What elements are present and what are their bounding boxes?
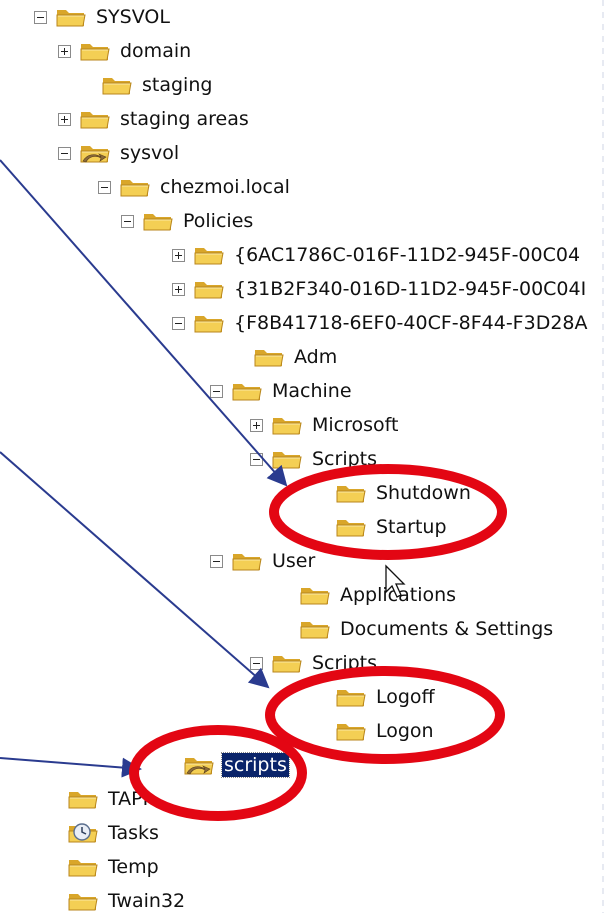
- tree-item-label: Temp: [108, 856, 159, 878]
- tree-item-label: TAPI: [108, 788, 149, 810]
- collapse-minus-icon[interactable]: [250, 656, 263, 670]
- collapse-minus-icon[interactable]: [250, 452, 263, 466]
- tree-item-label: scripts: [221, 752, 290, 778]
- tree-item[interactable]: Documents & Settings: [299, 614, 555, 644]
- folder-icon: [232, 384, 262, 401]
- tree-item-label: Applications: [340, 584, 457, 606]
- folder-icon: [272, 452, 302, 469]
- collapse-minus-icon[interactable]: [98, 180, 111, 194]
- folder-icon: [194, 282, 224, 299]
- tree-item-label: Microsoft: [312, 414, 399, 436]
- tree-item-label: Scripts: [312, 448, 378, 470]
- tree-item[interactable]: Scripts: [250, 648, 379, 678]
- collapse-minus-icon[interactable]: [210, 384, 223, 398]
- tree-item-label: sysvol: [120, 142, 180, 164]
- tree-item-label: Scripts: [312, 652, 378, 674]
- tree-item-label: Startup: [376, 516, 447, 538]
- folder-icon: [232, 554, 262, 571]
- folder-icon: [68, 894, 98, 911]
- folder-icon: [143, 214, 173, 231]
- tree-item[interactable]: staging: [101, 70, 214, 100]
- tree-item[interactable]: {6AC1786C-016F-11D2-945F-00C04: [172, 240, 582, 270]
- expand-plus-icon[interactable]: [172, 282, 185, 296]
- folder-icon: [68, 792, 98, 809]
- folder-icon: [336, 724, 366, 741]
- tree-item-label: Policies: [183, 210, 254, 232]
- folder-icon: [300, 622, 330, 639]
- tree-item[interactable]: Microsoft: [250, 410, 400, 440]
- folder-icon: [56, 10, 86, 27]
- tree-item-label: domain: [120, 40, 192, 62]
- folder-tree-window: SYSVOL domain staging staging areas sysvol ch…: [0, 0, 610, 913]
- tree-item-label: Twain32: [108, 890, 186, 912]
- tree-item[interactable]: Temp: [67, 852, 161, 882]
- tree-item[interactable]: Startup: [335, 512, 449, 542]
- collapse-minus-icon[interactable]: [34, 10, 47, 24]
- collapse-minus-icon[interactable]: [58, 146, 71, 160]
- folder-icon: [120, 180, 150, 197]
- folder-icon: [194, 316, 224, 333]
- tree-item[interactable]: User: [210, 546, 317, 576]
- tree-item-label: Adm: [294, 346, 338, 368]
- folder-icon: [254, 350, 284, 367]
- tree-pane-edge: [602, 0, 604, 913]
- tree-item[interactable]: Twain32: [67, 886, 187, 913]
- tree-item-label: Machine: [272, 380, 352, 402]
- expand-plus-icon[interactable]: [58, 112, 71, 126]
- tree-item-label: Logon: [376, 720, 434, 742]
- collapse-minus-icon[interactable]: [172, 316, 185, 330]
- tree-item-label: Tasks: [108, 822, 159, 844]
- tree-item[interactable]: Scripts: [250, 444, 379, 474]
- tree-item-label: {31B2F340-016D-11D2-945F-00C04I: [234, 278, 587, 300]
- tree-item-label: staging: [142, 74, 213, 96]
- tree-item[interactable]: Logon: [335, 716, 436, 746]
- tree-item[interactable]: scripts: [183, 750, 290, 780]
- tree-item-label: SYSVOL: [96, 6, 170, 28]
- tree-item[interactable]: sysvol: [58, 138, 181, 168]
- folder-icon: [300, 588, 330, 605]
- shared-folder-icon: [80, 146, 110, 163]
- tree-item[interactable]: Adm: [253, 342, 339, 372]
- expand-plus-icon[interactable]: [172, 248, 185, 262]
- folder-icon: [336, 486, 366, 503]
- tree-item-label: chezmoi.local: [160, 176, 290, 198]
- shared-folder-icon: [184, 758, 214, 775]
- folder-icon: [194, 248, 224, 265]
- tree-item-label: Documents & Settings: [340, 618, 554, 640]
- folder-icon: [68, 860, 98, 877]
- tree-item[interactable]: {31B2F340-016D-11D2-945F-00C04I: [172, 274, 588, 304]
- folder-icon: [80, 112, 110, 129]
- tree-item[interactable]: staging areas: [58, 104, 251, 134]
- folder-icon: [272, 656, 302, 673]
- tree-item[interactable]: SYSVOL: [34, 2, 172, 32]
- tree-item[interactable]: Policies: [121, 206, 255, 236]
- tree-item[interactable]: Applications: [299, 580, 458, 610]
- tree-item-label: staging areas: [120, 108, 249, 130]
- collapse-minus-icon[interactable]: [210, 554, 223, 568]
- tree-item[interactable]: Machine: [210, 376, 354, 406]
- tree-item[interactable]: domain: [58, 36, 193, 66]
- tree-item-label: User: [272, 550, 316, 572]
- tree-item-label: {6AC1786C-016F-11D2-945F-00C04: [234, 244, 581, 266]
- tree-item-label: Logoff: [376, 686, 435, 708]
- expand-plus-icon[interactable]: [58, 44, 71, 58]
- expand-plus-icon[interactable]: [250, 418, 263, 432]
- arrow-to-shared-scripts: [0, 757, 142, 778]
- folder-icon: [336, 690, 366, 707]
- tree-item[interactable]: chezmoi.local: [98, 172, 292, 202]
- tree-item[interactable]: Shutdown: [335, 478, 473, 508]
- folder-icon: [80, 44, 110, 61]
- scheduled-tasks-icon: [68, 823, 98, 843]
- tree-item[interactable]: Logoff: [335, 682, 437, 712]
- tree-item-label: {F8B41718-6EF0-40CF-8F44-F3D28A: [234, 312, 588, 334]
- folder-icon: [102, 78, 132, 95]
- folder-icon: [336, 520, 366, 537]
- tree-item[interactable]: TAPI: [67, 784, 150, 814]
- collapse-minus-icon[interactable]: [121, 214, 134, 228]
- tree-item[interactable]: Tasks: [67, 818, 161, 848]
- folder-icon: [272, 418, 302, 435]
- tree-item-label: Shutdown: [376, 482, 471, 504]
- tree-item[interactable]: {F8B41718-6EF0-40CF-8F44-F3D28A: [172, 308, 590, 338]
